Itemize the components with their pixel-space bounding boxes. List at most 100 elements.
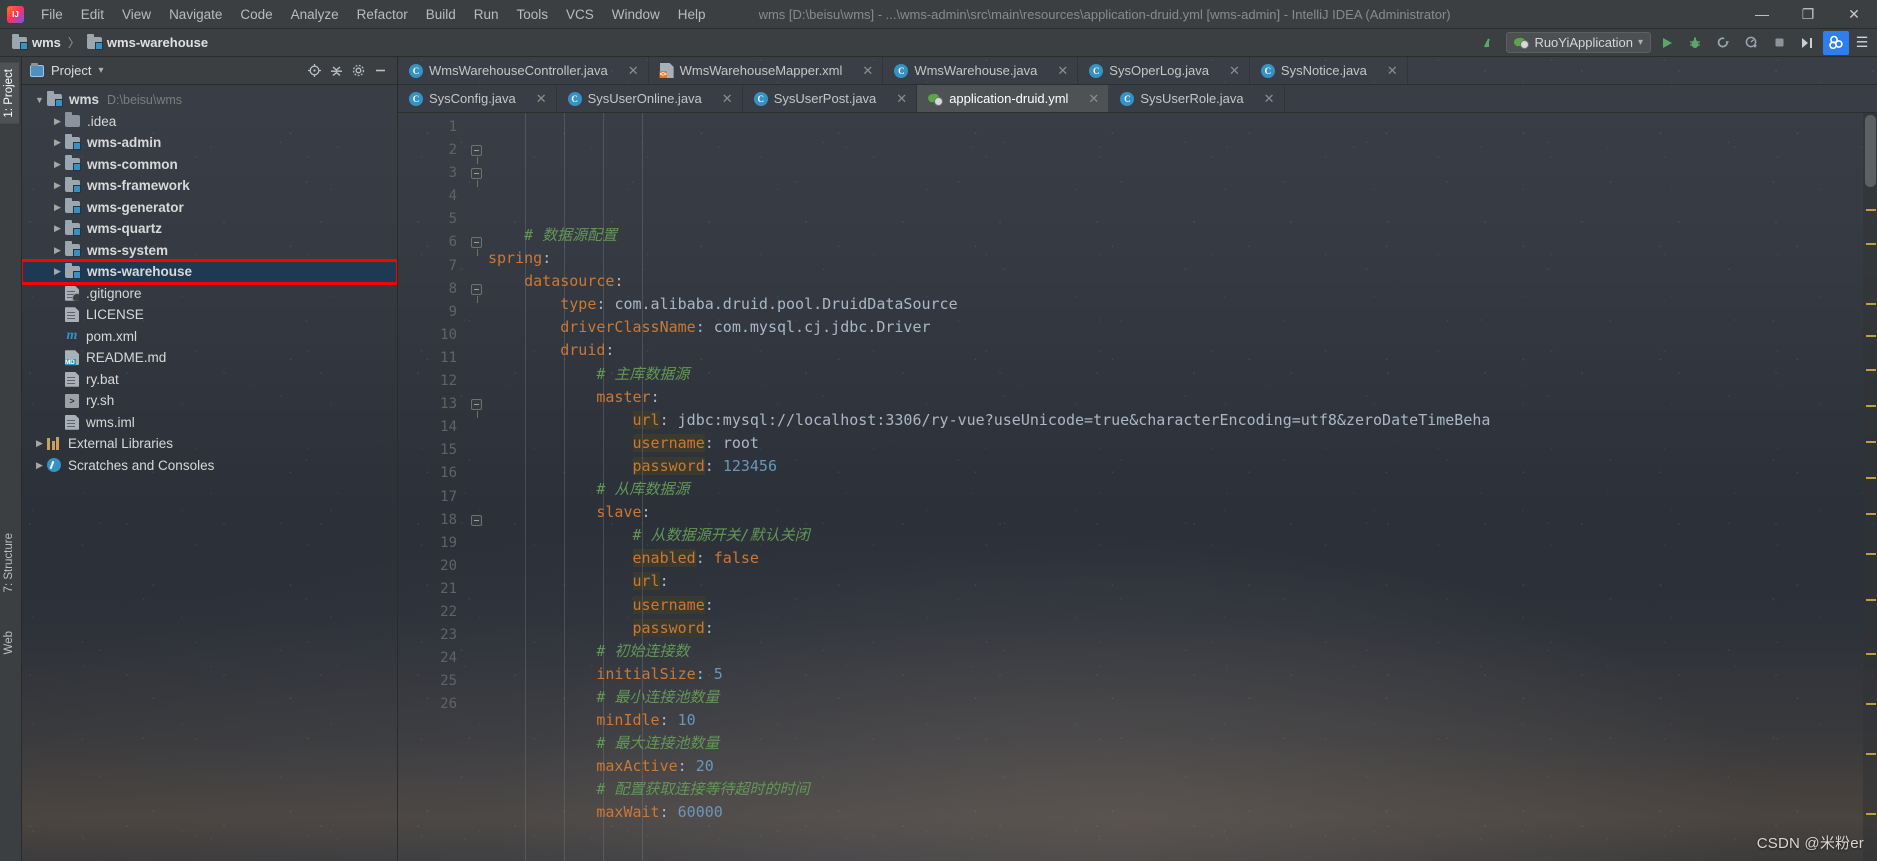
close-button[interactable]: ✕ (1831, 0, 1877, 29)
fold-toggle-icon[interactable] (471, 145, 482, 165)
tree-item-readme-md[interactable]: ▶ README.md (22, 347, 397, 369)
breadcrumb-item-wms-warehouse[interactable]: wms-warehouse (83, 33, 212, 52)
tree-item-license[interactable]: ▶ LICENSE (22, 304, 397, 326)
tab-wms-warehouse-java[interactable]: C WmsWarehouse.java ✕ (883, 57, 1079, 84)
close-icon[interactable]: ✕ (628, 63, 639, 79)
menu-item-tools[interactable]: Tools (508, 4, 558, 25)
close-icon[interactable]: ✕ (722, 91, 733, 107)
collapse-all-icon[interactable] (325, 60, 347, 82)
tab-sys-user-role-java[interactable]: C SysUserRole.java ✕ (1109, 85, 1285, 112)
project-panel-header: Project ▾ (22, 57, 397, 85)
menu-item-help[interactable]: Help (669, 4, 715, 25)
code-token: 20 (695, 757, 714, 776)
menu-item-build[interactable]: Build (417, 4, 465, 25)
settings-gear-icon[interactable] (347, 60, 369, 82)
fold-toggle-icon[interactable] (471, 283, 482, 303)
chevron-down-icon[interactable]: ▾ (98, 65, 103, 76)
scroll-marker (1866, 477, 1876, 479)
stop-button[interactable] (1767, 32, 1791, 54)
close-icon[interactable]: ✕ (536, 91, 547, 107)
tab-sys-user-post-java[interactable]: C SysUserPost.java ✕ (743, 85, 918, 112)
tree-item-wms-system[interactable]: ▶ wms-system (22, 240, 397, 262)
attach-debugger-button[interactable] (1795, 32, 1819, 54)
tree-item-wms-iml[interactable]: ▶ wms.iml (22, 412, 397, 434)
chevron-right-icon[interactable]: ▶ (50, 159, 65, 170)
fold-toggle-icon[interactable] (471, 237, 482, 257)
close-icon[interactable]: ✕ (1229, 63, 1240, 79)
tab-sys-oper-log-java[interactable]: C SysOperLog.java ✕ (1078, 57, 1250, 84)
code-text[interactable]: # 数据源配置 spring: datasource: type: com.ali… (488, 113, 1863, 861)
updates-icon[interactable] (1478, 32, 1502, 54)
chevron-right-icon[interactable]: ▶ (50, 137, 65, 148)
chevron-right-icon[interactable]: ▶ (50, 202, 65, 213)
tree-item-wms-admin[interactable]: ▶ wms-admin (22, 132, 397, 154)
tree-item-ry-bat[interactable]: ▶ ry.bat (22, 369, 397, 391)
locate-in-tree-icon[interactable] (303, 60, 325, 82)
tree-item-wms-common[interactable]: ▶ wms-common (22, 154, 397, 176)
chevron-right-icon[interactable]: ▶ (50, 180, 65, 191)
menu-item-vcs[interactable]: VCS (557, 4, 603, 25)
editor-scrollbar[interactable] (1863, 113, 1877, 861)
run-configuration-selector[interactable]: RuoYiApplication ▾ (1506, 32, 1651, 53)
tree-item-gitignore[interactable]: ▶ .gitignore (22, 283, 397, 305)
tree-item-wms[interactable]: ▼ wms D:\beisu\wms (22, 89, 397, 111)
chevron-right-icon[interactable]: ▶ (50, 245, 65, 256)
code-token: : (695, 664, 714, 683)
debug-button[interactable] (1683, 32, 1707, 54)
run-with-coverage-button[interactable] (1711, 32, 1735, 54)
chevron-right-icon[interactable]: ▶ (50, 223, 65, 234)
chevron-right-icon[interactable]: ▶ (50, 266, 65, 277)
chevron-right-icon[interactable]: ▶ (32, 438, 47, 449)
rail-tab-web[interactable]: Web (0, 625, 19, 660)
close-icon[interactable]: ✕ (862, 63, 873, 79)
close-icon[interactable]: ✕ (1387, 63, 1398, 79)
profiler-button[interactable] (1739, 32, 1763, 54)
tree-item-wms-generator[interactable]: ▶ wms-generator (22, 197, 397, 219)
tab-sys-notice-java[interactable]: C SysNotice.java ✕ (1250, 57, 1408, 84)
settings-search-icon[interactable]: ☰ (1853, 32, 1871, 54)
menu-item-run[interactable]: Run (465, 4, 508, 25)
chevron-down-icon[interactable]: ▼ (32, 95, 47, 105)
menu-item-analyze[interactable]: Analyze (282, 4, 348, 25)
close-icon[interactable]: ✕ (896, 91, 907, 107)
rail-tab-structure[interactable]: 7: Structure (0, 527, 19, 598)
chevron-right-icon[interactable]: ▶ (32, 460, 47, 471)
tab-sys-user-online-java[interactable]: C SysUserOnline.java ✕ (557, 85, 743, 112)
maximize-button[interactable]: ❐ (1785, 0, 1831, 29)
fold-toggle-icon[interactable] (471, 168, 482, 188)
tab-sys-config-java[interactable]: C SysConfig.java ✕ (398, 85, 557, 112)
menu-item-edit[interactable]: Edit (72, 4, 113, 25)
tree-item-wms-framework[interactable]: ▶ wms-framework (22, 175, 397, 197)
search-everywhere-icon[interactable] (1823, 30, 1849, 55)
run-button[interactable] (1655, 32, 1679, 54)
menu-item-code[interactable]: Code (231, 4, 281, 25)
fold-toggle-icon[interactable] (471, 399, 482, 419)
tree-item-ry-sh[interactable]: ▶ > ry.sh (22, 390, 397, 412)
tree-item-wms-warehouse[interactable]: ▶ wms-warehouse (22, 259, 397, 285)
tree-item-scratches-and-consoles[interactable]: ▶ Scratches and Consoles (22, 455, 397, 477)
menu-item-view[interactable]: View (113, 4, 160, 25)
hide-panel-icon[interactable] (369, 60, 391, 82)
menu-item-refactor[interactable]: Refactor (348, 4, 417, 25)
tree-item-pom-xml[interactable]: ▶ m pom.xml (22, 326, 397, 348)
tab-wms-warehouse-controller-java[interactable]: C WmsWarehouseController.java ✕ (398, 57, 649, 84)
rail-tab-project[interactable]: 1: Project (0, 63, 19, 124)
menu-item-window[interactable]: Window (603, 4, 669, 25)
chevron-right-icon[interactable]: ▶ (50, 116, 65, 127)
breadcrumb-item-wms[interactable]: wms (8, 33, 65, 52)
code-folding-gutter[interactable] (466, 113, 488, 861)
tab-wms-warehouse-mapper-xml[interactable]: WmsWarehouseMapper.xml ✕ (649, 57, 884, 84)
code-editor[interactable]: 1 2 3 4 5 6 7 8 9 10 11 12 13 14 15 16 17 18 19 20 21 22 23 24 2… (398, 113, 1877, 861)
close-icon[interactable]: ✕ (1264, 91, 1275, 107)
menu-item-file[interactable]: File (32, 4, 72, 25)
tab-application-druid-yml[interactable]: application-druid.yml ✕ (917, 85, 1110, 112)
close-icon[interactable]: ✕ (1057, 63, 1068, 79)
menu-item-navigate[interactable]: Navigate (160, 4, 231, 25)
fold-toggle-icon[interactable] (471, 514, 482, 526)
vertical-scrollbar-thumb[interactable] (1865, 115, 1876, 187)
tree-item-external-libraries[interactable]: ▶ External Libraries (22, 433, 397, 455)
close-icon[interactable]: ✕ (1088, 91, 1099, 107)
minimize-button[interactable]: — (1739, 0, 1785, 29)
tree-item-wms-quartz[interactable]: ▶ wms-quartz (22, 218, 397, 240)
tree-item-idea[interactable]: ▶ .idea (22, 111, 397, 133)
